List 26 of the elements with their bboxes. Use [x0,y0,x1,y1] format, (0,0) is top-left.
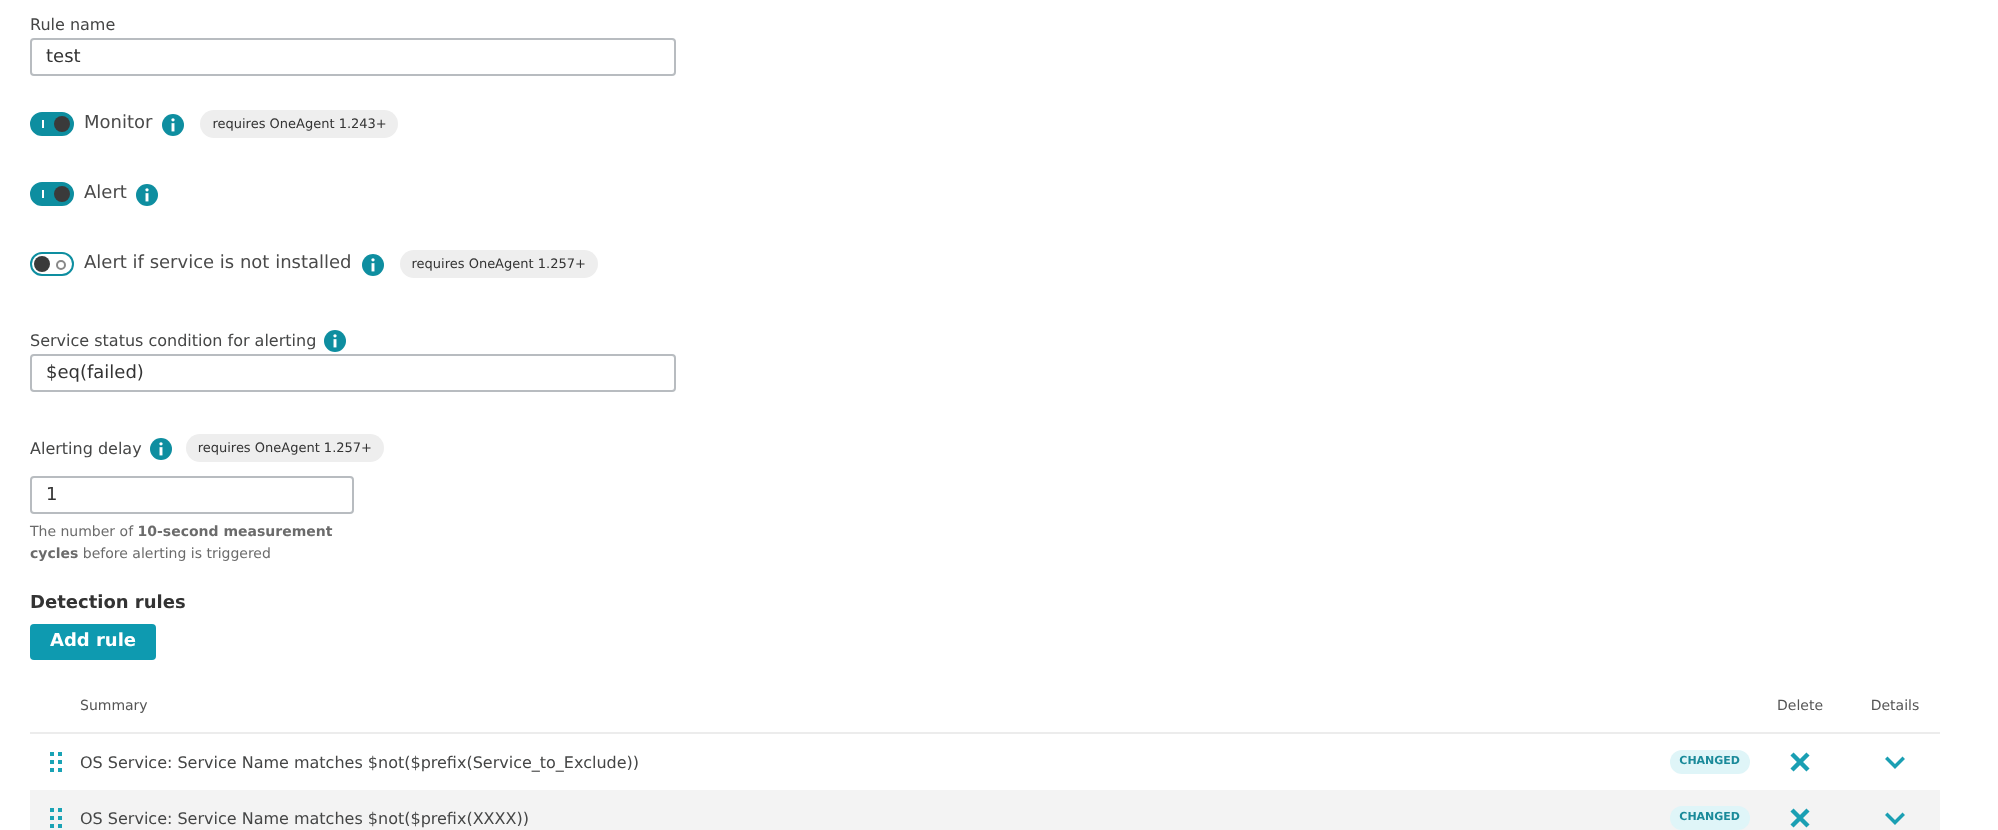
toggle-switch[interactable] [30,252,74,276]
toggle-switch[interactable] [30,182,74,206]
info-icon[interactable] [136,183,159,205]
rule-name-field[interactable]: test [30,38,676,76]
field-label: Service status condition for alerting [30,331,317,349]
delete-icon[interactable] [1790,752,1810,772]
rule-summary: OS Service: Service Name matches $not($prefix(XXXX)) [80,809,531,827]
drag-handle-icon[interactable] [50,808,62,828]
info-icon[interactable] [324,329,347,351]
field-label: Rule name [30,14,116,34]
toggle-label: Alert [84,184,127,204]
info-icon[interactable] [361,253,384,275]
status-condition-field[interactable]: $eq(failed) [30,354,676,392]
alerting-delay-field[interactable]: 1 [30,476,354,514]
toggle-label: Monitor [84,114,153,134]
delete-icon[interactable] [1790,808,1810,828]
rule-summary: OS Service: Service Name matches $not($prefix(Service_to_Exclude)) [80,753,641,771]
toggle-switch[interactable] [30,112,74,136]
section-title: Detection rules [30,594,186,614]
info-icon[interactable] [162,113,185,135]
chevron-down-icon[interactable] [1884,811,1906,825]
info-icon[interactable] [149,437,172,459]
drag-handle-icon[interactable] [50,752,62,772]
chevron-down-icon[interactable] [1884,755,1906,769]
toggle-label: Alert if service is not installed [84,254,352,274]
field-label: Alerting delay [30,439,142,457]
